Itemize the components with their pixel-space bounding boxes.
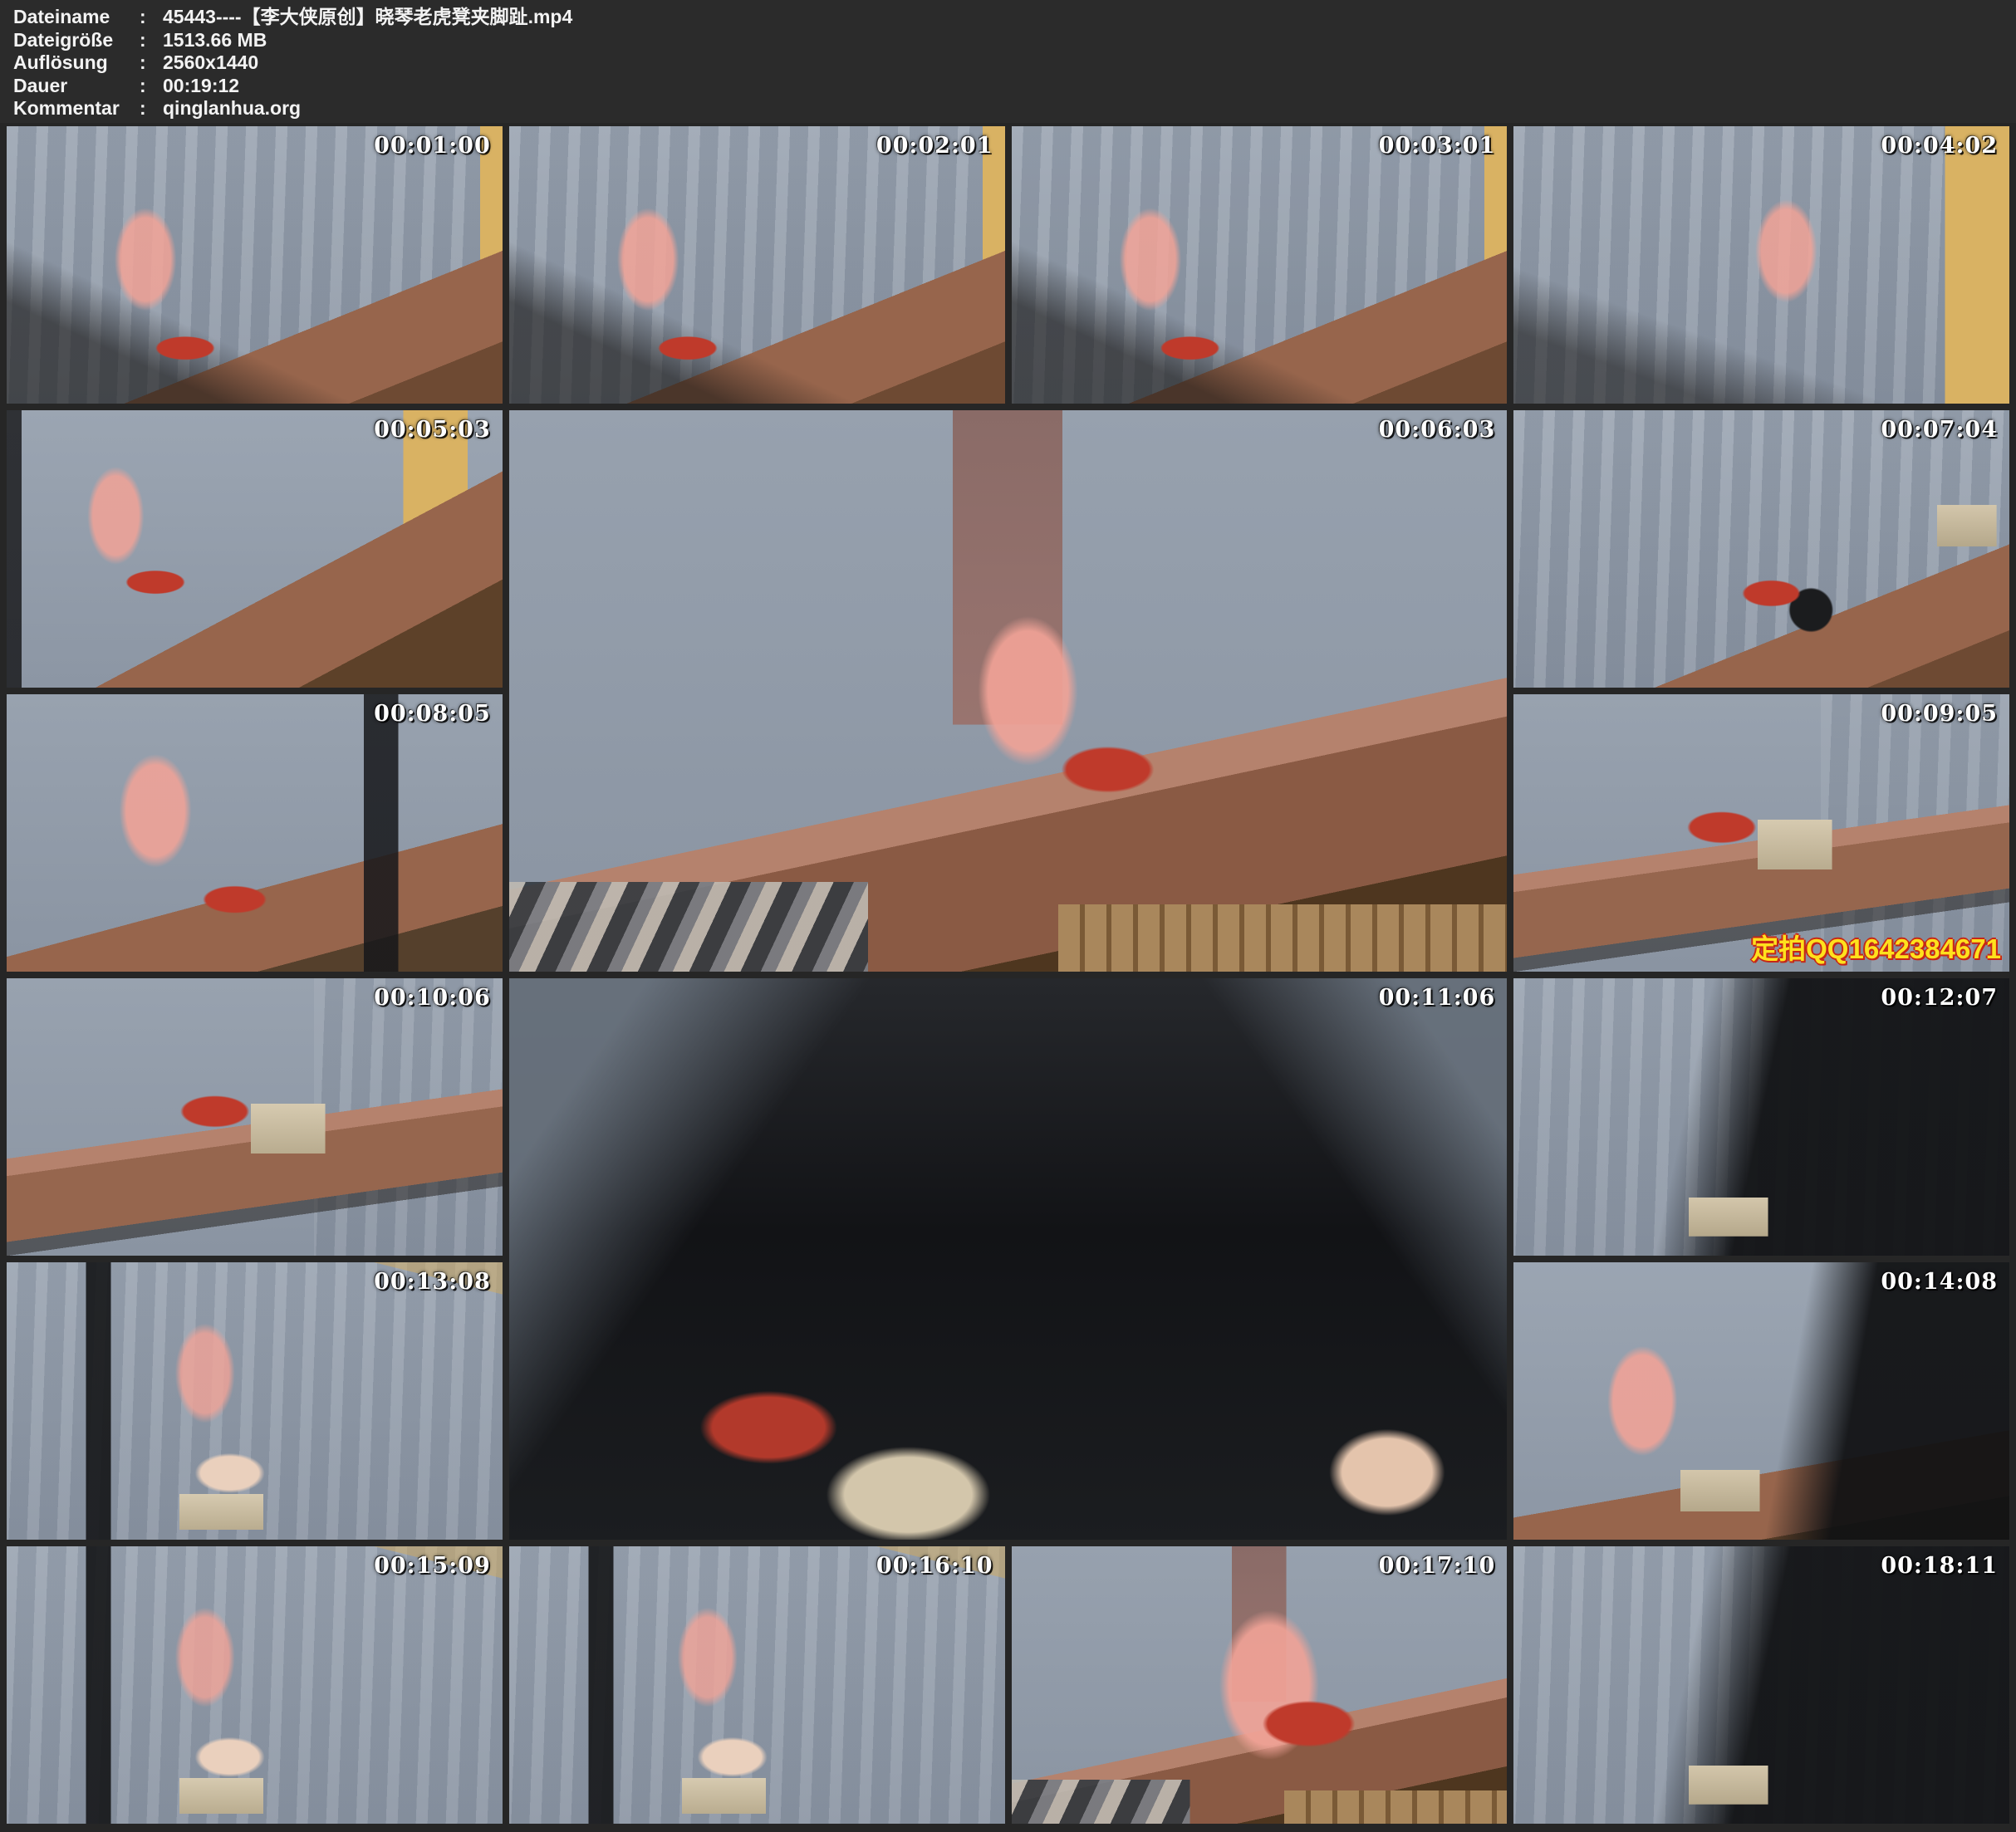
meta-value-resolution: 2560x1440 <box>163 51 2016 75</box>
video-thumbnail[interactable]: 00:17:10 <box>1012 1546 1508 1824</box>
meta-label: Auflösung <box>13 51 140 75</box>
timestamp-overlay: 00:17:10 <box>1379 1553 1496 1579</box>
video-thumbnail-large[interactable]: 00:06:03 <box>509 410 1508 972</box>
timestamp-overlay: 00:08:05 <box>374 701 491 727</box>
timestamp-overlay: 00:18:11 <box>1881 1553 1998 1579</box>
file-info-header: Dateiname : 45443----【李大侠原创】晓琴老虎凳夹脚趾.mp4… <box>0 0 2016 123</box>
timestamp-overlay: 00:14:08 <box>1881 1269 1998 1295</box>
timestamp-overlay: 00:05:03 <box>374 417 491 443</box>
video-thumbnail[interactable]: 00:09:05 定拍QQ1642384671 <box>1513 694 2009 972</box>
timestamp-overlay: 00:15:09 <box>374 1553 491 1579</box>
video-thumbnail[interactable]: 00:14:08 <box>1513 1262 2009 1540</box>
meta-separator: : <box>140 75 163 98</box>
meta-label: Dauer <box>13 75 140 98</box>
video-thumbnail[interactable]: 00:05:03 <box>7 410 503 688</box>
timestamp-overlay: 00:13:08 <box>374 1269 491 1295</box>
meta-row-filesize: Dateigröße : 1513.66 MB <box>13 29 2016 52</box>
meta-label: Dateigröße <box>13 29 140 52</box>
timestamp-overlay: 00:11:06 <box>1379 985 1496 1011</box>
video-thumbnail[interactable]: 00:07:04 <box>1513 410 2009 688</box>
timestamp-overlay: 00:12:07 <box>1881 985 1998 1011</box>
meta-row-filename: Dateiname : 45443----【李大侠原创】晓琴老虎凳夹脚趾.mp4 <box>13 6 2016 29</box>
video-thumbnail[interactable]: 00:02:01 <box>509 126 1005 404</box>
video-thumbnail[interactable]: 00:18:11 <box>1513 1546 2009 1824</box>
timestamp-overlay: 00:09:05 <box>1881 701 1998 727</box>
video-thumbnail[interactable]: 00:10:06 <box>7 978 503 1256</box>
video-thumbnail[interactable]: 00:13:08 <box>7 1262 503 1540</box>
meta-value-filename: 45443----【李大侠原创】晓琴老虎凳夹脚趾.mp4 <box>163 6 2016 29</box>
timestamp-overlay: 00:01:00 <box>374 133 491 159</box>
video-thumbnail[interactable]: 00:08:05 <box>7 694 503 972</box>
video-thumbnail-large[interactable]: 00:11:06 <box>509 978 1508 1540</box>
meta-value-comment: qinglanhua.org <box>163 97 2016 120</box>
meta-row-resolution: Auflösung : 2560x1440 <box>13 51 2016 75</box>
meta-separator: : <box>140 6 163 29</box>
video-thumbnail[interactable]: 00:16:10 <box>509 1546 1005 1824</box>
timestamp-overlay: 00:07:04 <box>1881 417 1998 443</box>
meta-row-duration: Dauer : 00:19:12 <box>13 75 2016 98</box>
timestamp-overlay: 00:10:06 <box>374 985 491 1011</box>
video-thumbnail[interactable]: 00:01:00 <box>7 126 503 404</box>
video-thumbnail[interactable]: 00:15:09 <box>7 1546 503 1824</box>
meta-value-duration: 00:19:12 <box>163 75 2016 98</box>
video-thumbnail[interactable]: 00:12:07 <box>1513 978 2009 1256</box>
timestamp-overlay: 00:02:01 <box>876 133 993 159</box>
timestamp-overlay: 00:04:02 <box>1881 133 1998 159</box>
meta-separator: : <box>140 97 163 120</box>
meta-separator: : <box>140 51 163 75</box>
meta-value-filesize: 1513.66 MB <box>163 29 2016 52</box>
meta-label: Dateiname <box>13 6 140 29</box>
timestamp-overlay: 00:06:03 <box>1379 417 1496 443</box>
meta-label: Kommentar <box>13 97 140 120</box>
meta-separator: : <box>140 29 163 52</box>
timestamp-overlay: 00:16:10 <box>876 1553 993 1579</box>
qq-watermark: 定拍QQ1642384671 <box>1751 927 2001 967</box>
meta-row-comment: Kommentar : qinglanhua.org <box>13 97 2016 120</box>
video-thumbnail[interactable]: 00:04:02 <box>1513 126 2009 404</box>
video-thumbnail[interactable]: 00:03:01 <box>1012 126 1508 404</box>
timestamp-overlay: 00:03:01 <box>1379 133 1496 159</box>
thumbnail-grid: 00:01:00 00:02:01 00:03:01 00:04:02 00:0… <box>0 123 2016 1830</box>
